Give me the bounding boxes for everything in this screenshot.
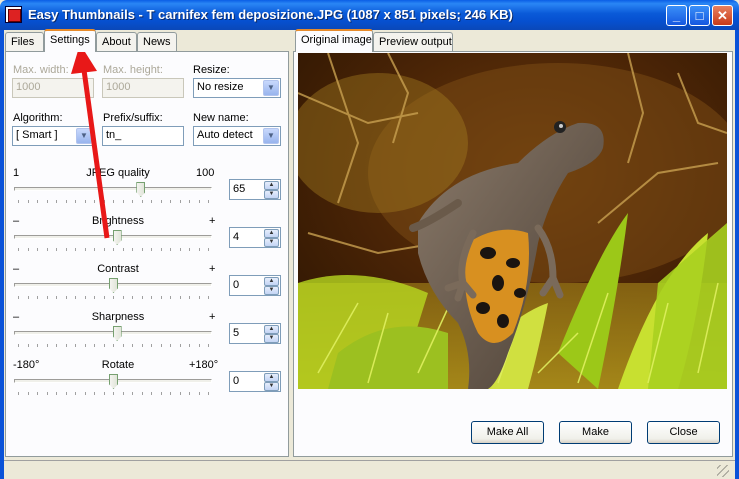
arrow-shaft [81,69,110,239]
tab-settings-label: Settings [50,34,90,46]
tab-original-image[interactable]: Original image [295,29,373,52]
tab-original-image-label: Original image [301,34,372,46]
annotation-arrow [71,44,110,239]
tab-settings[interactable]: Settings [44,29,96,52]
